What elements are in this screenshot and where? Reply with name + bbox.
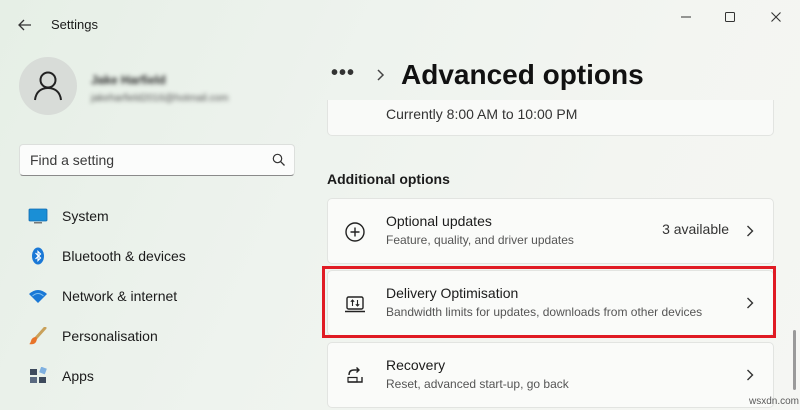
updates-count: 3 available [662, 221, 729, 237]
card-title: Delivery Optimisation [386, 285, 519, 301]
recovery-icon [347, 367, 363, 383]
search-box [19, 144, 295, 176]
sidebar-item-label: System [62, 208, 109, 224]
sidebar-item-label: Bluetooth & devices [62, 248, 186, 264]
card-title: Optional updates [386, 213, 492, 229]
sidebar-item-personalisation[interactable]: Personalisation [19, 319, 295, 353]
watermark: wsxdn.com [749, 396, 800, 407]
chevron-right-icon [747, 369, 754, 381]
title-bar: Settings [0, 0, 800, 50]
system-icon [28, 208, 48, 224]
wifi-icon [29, 290, 47, 303]
sidebar-item-bluetooth[interactable]: Bluetooth & devices [19, 239, 295, 273]
maximize-icon [725, 12, 735, 22]
sidebar-item-label: Personalisation [62, 328, 158, 344]
brush-icon [29, 327, 47, 345]
plus-circle-icon [345, 222, 365, 242]
profile-email: jakeharfield2016@hotmail.com [91, 93, 229, 104]
search-icon[interactable] [272, 153, 286, 167]
apps-icon [30, 367, 47, 383]
scrollbar[interactable] [793, 330, 796, 390]
chevron-right-icon [747, 297, 754, 309]
recovery-card[interactable]: Recovery Reset, advanced start-up, go ba… [327, 342, 774, 408]
optional-updates-card[interactable]: Optional updates Feature, quality, and d… [327, 198, 774, 264]
active-hours-text: Currently 8:00 AM to 10:00 PM [386, 106, 578, 122]
sidebar-item-label: Network & internet [62, 288, 178, 304]
breadcrumb-more-button[interactable]: ••• [331, 62, 355, 85]
back-arrow-icon [18, 19, 31, 31]
sidebar-item-apps[interactable]: Apps [19, 359, 295, 393]
chevron-right-icon [747, 225, 754, 237]
card-title: Recovery [386, 357, 446, 373]
card-subtitle: Feature, quality, and driver updates [386, 233, 574, 247]
chevron-right-icon [377, 69, 385, 81]
page-title: Advanced options [401, 59, 644, 90]
active-hours-card: Currently 8:00 AM to 10:00 PM [327, 100, 774, 136]
section-heading: Additional options [327, 171, 450, 187]
sidebar-item-label: Apps [62, 368, 94, 384]
minimize-button[interactable] [673, 8, 699, 26]
sidebar-item-system[interactable]: System [19, 199, 295, 233]
sidebar-item-network[interactable]: Network & internet [19, 279, 295, 313]
app-title: Settings [51, 17, 98, 32]
delivery-optimisation-card[interactable]: Delivery Optimisation Bandwidth limits f… [327, 270, 774, 336]
search-input[interactable] [30, 151, 265, 169]
close-button[interactable] [763, 8, 789, 26]
card-subtitle: Reset, advanced start-up, go back [386, 377, 569, 391]
maximize-button[interactable] [717, 8, 743, 26]
user-icon [34, 71, 62, 101]
settings-window: Settings Jake Harfield jakeharfield2016@… [0, 0, 800, 410]
card-subtitle: Bandwidth limits for updates, downloads … [386, 305, 703, 319]
delivery-icon [345, 296, 365, 313]
avatar[interactable] [19, 57, 77, 115]
minimize-icon [681, 16, 691, 18]
close-icon [771, 12, 781, 22]
bluetooth-icon [32, 247, 44, 265]
back-button[interactable] [14, 14, 36, 36]
profile-name: Jake Harfield [91, 73, 166, 87]
